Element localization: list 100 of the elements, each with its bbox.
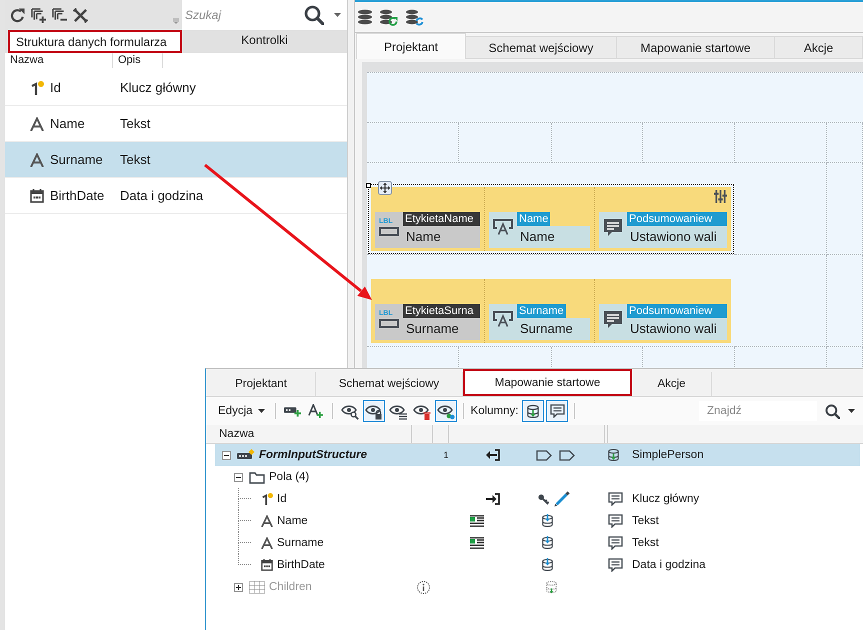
field-name: BirthDate — [50, 188, 106, 203]
database-download-icon — [608, 448, 619, 462]
field-description: Tekst — [632, 537, 659, 549]
toggle-button[interactable] — [522, 400, 544, 422]
info-icon — [416, 580, 430, 594]
search-icon[interactable] — [825, 404, 840, 418]
columns-label: Kolumny: — [470, 405, 518, 417]
field-name: Name — [50, 116, 86, 131]
edit-menu-button[interactable]: Edycja — [213, 401, 270, 421]
tree-item-label: FormInputStructure — [259, 449, 367, 461]
tree-row[interactable]: Name Tekst — [215, 510, 860, 532]
comment-icon — [608, 492, 623, 506]
letter-a-icon — [261, 515, 273, 527]
database-download-icon — [542, 536, 553, 550]
tree-row[interactable]: Surname Tekst — [215, 532, 860, 554]
dotted-bar-plus-icon[interactable] — [284, 404, 301, 418]
tree-row[interactable]: Id Klucz główny — [215, 488, 860, 510]
collapse-icon[interactable] — [222, 450, 231, 460]
list-icon — [470, 537, 484, 549]
pencil-icon — [554, 491, 570, 507]
field-description: Tekst — [120, 116, 150, 131]
count-text: 1 — [443, 450, 448, 460]
caret-icon[interactable] — [334, 13, 341, 17]
eye-delete-icon — [412, 402, 431, 420]
collapse-icon[interactable] — [234, 472, 243, 482]
tab[interactable]: Mapowanie startowe — [617, 36, 775, 59]
control-name-tag: EtykietaSurna — [403, 304, 480, 318]
tab[interactable]: Projektant — [356, 33, 466, 59]
refresh-icon[interactable] — [10, 8, 25, 22]
grip-icon[interactable] — [173, 18, 179, 24]
toggle-button[interactable] — [546, 400, 568, 422]
textbox-icon — [489, 212, 517, 248]
field-name: Id — [50, 80, 62, 95]
tab[interactable]: Struktura danych formularza — [8, 30, 182, 53]
tree-row[interactable]: Pola (4) — [215, 466, 860, 488]
field-name: Surname — [50, 152, 104, 167]
caret-icon[interactable] — [848, 409, 855, 413]
toggle-button[interactable] — [434, 400, 457, 422]
database-icon[interactable] — [358, 9, 372, 25]
tab[interactable]: Kontrolki — [182, 30, 347, 50]
column-header: Nazwa — [10, 53, 113, 68]
tools-icon[interactable] — [73, 8, 88, 22]
comment-icon — [550, 404, 565, 418]
tab[interactable]: Mapowanie startowe — [463, 369, 632, 396]
search-icon[interactable] — [304, 5, 324, 25]
database-download-icon — [542, 514, 553, 528]
comment-icon — [608, 558, 623, 572]
control-value: Name — [403, 226, 480, 248]
control-name-tag: Surname — [517, 304, 566, 318]
list-row[interactable]: Id Klucz główny — [5, 70, 347, 106]
comment-icon — [608, 514, 623, 528]
tree-item-label: BirthDate — [277, 559, 325, 571]
target-name: SimplePerson — [632, 449, 704, 461]
control-name-tag: EtykietaName — [403, 212, 480, 226]
control-name-tag: Podsumowaniew — [627, 212, 727, 226]
sliders-icon[interactable] — [714, 190, 727, 203]
text-add-icon[interactable] — [306, 404, 324, 418]
stack-minus-icon[interactable] — [52, 8, 67, 22]
control-value: Surname — [517, 318, 590, 340]
field-description: Klucz główny — [632, 493, 700, 505]
move-icon[interactable] — [378, 181, 392, 195]
field-description: Klucz główny — [120, 80, 196, 95]
control-name-tag: Name — [517, 212, 550, 226]
database-download-icon — [542, 558, 553, 572]
eye-lock-icon — [364, 402, 383, 420]
folder-icon — [249, 470, 265, 484]
list-icon — [470, 515, 484, 527]
tree-item-label: Children — [269, 581, 312, 593]
list-row[interactable]: BirthDate Data i godzina — [5, 178, 347, 214]
tree-row[interactable]: BirthDate Data i godzina — [215, 554, 860, 576]
comment-icon — [599, 304, 627, 340]
letter-a-icon — [30, 152, 44, 166]
database-sync-icon[interactable] — [406, 8, 424, 26]
control-value: Surname — [403, 318, 480, 340]
tab[interactable]: Schemat wejściowy — [466, 36, 617, 59]
search-field[interactable]: Znajdź — [699, 401, 817, 421]
tab[interactable]: Akcje — [775, 36, 863, 59]
tab[interactable]: Akcje — [632, 372, 712, 396]
field-description: Data i godzina — [120, 188, 204, 203]
list-row[interactable]: Surname Tekst — [5, 142, 347, 178]
eye-search-icon — [340, 402, 359, 420]
toggle-button[interactable] — [362, 400, 385, 422]
database-refresh-icon[interactable] — [380, 8, 398, 26]
resize-handle-icon[interactable] — [366, 183, 371, 188]
control-value: Ustawiono wali — [627, 226, 727, 248]
column-header: Opis — [113, 53, 163, 68]
number-one-dot-icon — [261, 493, 273, 505]
field-description: Tekst — [632, 515, 659, 527]
tab[interactable]: Projektant — [207, 372, 316, 396]
database-download-icon — [527, 404, 540, 418]
tree-row[interactable]: FormInputStructure 1 SimplePerson — [215, 444, 860, 466]
control-value: Ustawiono wali — [627, 318, 727, 340]
calendar-icon — [261, 559, 273, 571]
table-icon — [249, 580, 265, 594]
dotted-bar-diamond-icon — [237, 449, 255, 461]
tree-item-label: Pola (4) — [269, 471, 310, 483]
stack-plus-icon[interactable] — [31, 8, 46, 22]
letter-a-icon — [261, 537, 273, 549]
comment-icon — [599, 212, 627, 248]
textbox-icon — [489, 304, 517, 340]
